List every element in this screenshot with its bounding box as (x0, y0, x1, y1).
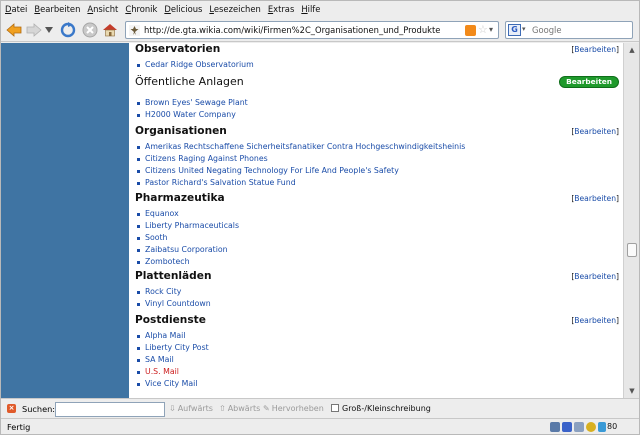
list-item[interactable]: Zaibatsu Corporation (135, 244, 621, 256)
forward-arrow-icon (26, 23, 42, 37)
list-item[interactable]: Liberty City Post (135, 342, 621, 354)
highlight-icon: ✎ (263, 404, 270, 413)
address-bar[interactable]: http://de.gta.wikia.com/wiki/Firmen%2C_O… (125, 21, 499, 39)
list-item-missing-page[interactable]: U.S. Mail (135, 366, 621, 378)
url-text[interactable]: http://de.gta.wikia.com/wiki/Firmen%2C_O… (144, 25, 440, 35)
browser-window: Datei Bearbeiten Ansicht Chronik Delicio… (0, 0, 640, 435)
menu-bar: Datei Bearbeiten Ansicht Chronik Delicio… (1, 1, 639, 17)
stop-button[interactable] (81, 21, 99, 39)
list-item[interactable]: Liberty Pharmaceuticals (135, 220, 621, 232)
edit-button[interactable]: Bearbeiten (559, 76, 619, 88)
find-label: Suchen: (22, 404, 56, 414)
history-dropdown-button[interactable] (43, 21, 55, 39)
menu-delicious[interactable]: Delicious (164, 4, 202, 14)
list-item[interactable]: Vinyl Countdown (135, 298, 621, 310)
arrow-up-icon: ⇧ (219, 404, 226, 413)
section-heading: Pharmazeutika (135, 192, 225, 204)
forward-button[interactable] (25, 21, 43, 39)
rss-feed-icon[interactable] (465, 25, 476, 36)
section-oeffentliche-anlagen: Öffentliche Anlagen Bearbeiten Brown Eye… (135, 75, 621, 121)
scrollbar-thumb[interactable] (627, 243, 637, 257)
list-item[interactable]: SA Mail (135, 354, 621, 366)
list-item[interactable]: Equanox (135, 208, 621, 220)
engine-dropdown-icon[interactable]: ▾ (522, 25, 526, 33)
page-content: Observatorien [Bearbeiten] Cedar Ridge O… (1, 43, 639, 398)
scroll-down-icon[interactable]: ▼ (626, 386, 638, 396)
menu-chronik[interactable]: Chronik (125, 4, 157, 14)
section-plattenlaeden: Plattenläden [Bearbeiten] Rock City Viny… (135, 270, 621, 310)
article-body: Observatorien [Bearbeiten] Cedar Ridge O… (129, 43, 623, 398)
menu-datei[interactable]: Datei (5, 4, 27, 14)
url-dropdown-icon[interactable]: ▾ (489, 25, 493, 34)
stop-icon (82, 22, 98, 38)
list-item[interactable]: Cedar Ridge Observatorium (135, 59, 621, 71)
list-item[interactable]: Brown Eyes' Sewage Plant (135, 97, 621, 109)
match-case-checkbox[interactable] (331, 404, 339, 412)
list-item[interactable]: Citizens Raging Against Phones (135, 153, 621, 165)
find-next-button[interactable]: ⇩ Aufwärts (169, 404, 213, 413)
section-observatorien: Observatorien [Bearbeiten] Cedar Ridge O… (135, 43, 621, 71)
section-heading: Postdienste (135, 314, 206, 326)
section-heading: Organisationen (135, 125, 227, 137)
twitter-tray-icon[interactable] (598, 422, 606, 432)
delicious-tray-icon[interactable] (562, 422, 572, 432)
close-icon[interactable]: × (7, 404, 16, 413)
section-heading: Observatorien (135, 43, 221, 55)
list-item[interactable]: Zombotech (135, 256, 621, 268)
edit-link[interactable]: [Bearbeiten] (571, 272, 619, 281)
status-smiley-icon[interactable] (586, 422, 596, 432)
bookmark-star-icon[interactable]: ☆ (478, 23, 488, 36)
navigation-toolbar: http://de.gta.wikia.com/wiki/Firmen%2C_O… (1, 18, 639, 42)
google-engine-icon[interactable]: G (508, 24, 521, 36)
extension-tray-icon[interactable] (574, 422, 584, 432)
list-item[interactable]: Citizens United Negating Technology For … (135, 165, 621, 177)
search-bar[interactable]: G ▾ (505, 21, 633, 39)
reload-icon (60, 22, 76, 38)
wiki-sidebar (1, 43, 129, 398)
find-previous-button[interactable]: ⇧ Abwärts (219, 404, 260, 413)
back-button[interactable] (5, 21, 23, 39)
menu-bearbeiten[interactable]: Bearbeiten (34, 4, 80, 14)
addon-tray-icon[interactable] (550, 422, 560, 432)
arrow-down-icon: ⇩ (169, 404, 176, 413)
list-item[interactable]: Alpha Mail (135, 330, 621, 342)
menu-extras[interactable]: Extras (268, 4, 294, 14)
status-text: Fertig (7, 422, 31, 432)
chevron-down-icon (45, 27, 53, 33)
edit-link[interactable]: [Bearbeiten] (571, 45, 619, 54)
edit-link[interactable]: [Bearbeiten] (571, 127, 619, 136)
section-postdienste: Postdienste [Bearbeiten] Alpha Mail Libe… (135, 314, 621, 390)
site-favicon-icon (129, 25, 140, 36)
menu-lesezeichen[interactable]: Lesezeichen (209, 4, 260, 14)
menu-hilfe[interactable]: Hilfe (301, 4, 320, 14)
search-input[interactable] (532, 24, 628, 36)
section-heading: Öffentliche Anlagen (135, 75, 244, 88)
status-bar: Fertig 80 (1, 418, 639, 434)
list-item[interactable]: Vice City Mail (135, 378, 621, 390)
vertical-scrollbar[interactable]: ▲ ▼ (623, 43, 639, 398)
tray-count: 80 (607, 422, 618, 431)
match-case-label[interactable]: Groß-/Kleinschreibung (342, 404, 431, 413)
edit-link[interactable]: [Bearbeiten] (571, 316, 619, 325)
scroll-up-icon[interactable]: ▲ (626, 45, 638, 55)
highlight-all-button[interactable]: ✎ Hervorheben (263, 404, 324, 413)
menu-ansicht[interactable]: Ansicht (87, 4, 118, 14)
section-pharmazeutika: Pharmazeutika [Bearbeiten] Equanox Liber… (135, 192, 621, 268)
list-item[interactable]: Rock City (135, 286, 621, 298)
reload-button[interactable] (59, 21, 77, 39)
list-item[interactable]: Sooth (135, 232, 621, 244)
section-organisationen: Organisationen [Bearbeiten] Amerikas Rec… (135, 125, 621, 189)
section-heading: Plattenläden (135, 270, 212, 282)
edit-link[interactable]: [Bearbeiten] (571, 194, 619, 203)
home-icon (103, 24, 117, 37)
back-arrow-icon (6, 23, 22, 37)
find-input[interactable] (55, 402, 165, 417)
list-item[interactable]: H2000 Water Company (135, 109, 621, 121)
list-item[interactable]: Pastor Richard's Salvation Statue Fund (135, 177, 621, 189)
home-button[interactable] (101, 21, 119, 39)
find-bar: × Suchen: ⇩ Aufwärts ⇧ Abwärts ✎ Hervorhebe… (1, 398, 639, 418)
list-item[interactable]: Amerikas Rechtschaffene Sicherheitsfanat… (135, 141, 621, 153)
